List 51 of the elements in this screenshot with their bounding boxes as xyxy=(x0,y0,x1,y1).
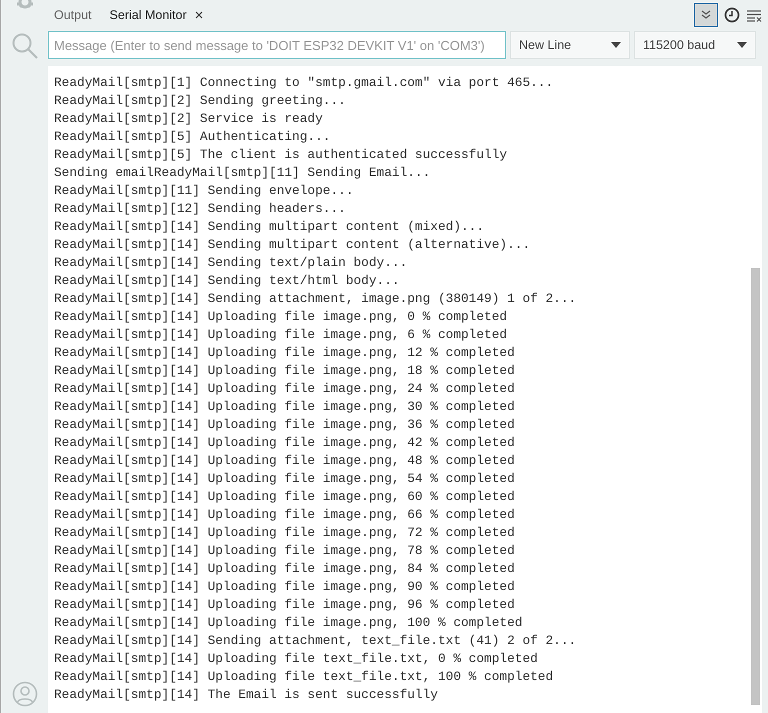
tab[interactable]: Output xyxy=(48,0,98,30)
output-line: ReadyMail[smtp][14] Uploading file image.png, 30 % completed xyxy=(54,398,516,416)
output-line: ReadyMail[smtp][14] Sending multipart content (alternative)... xyxy=(54,236,532,254)
close-icon[interactable]: × xyxy=(194,6,204,24)
caret-icon xyxy=(737,42,747,48)
output-line: Sending emailReadyMail[smtp][11] Sending Email... xyxy=(54,164,432,182)
output-line: ReadyMail[smtp][14] Sending attachment, image.png (380149) 1 of 2... xyxy=(54,290,578,308)
output-line: ReadyMail[smtp][14] Uploading file image.png, 90 % completed xyxy=(54,578,516,596)
output-line: ReadyMail[smtp][12] Sending headers... xyxy=(54,200,347,218)
clear-output-icon[interactable] xyxy=(746,8,762,22)
output-line: ReadyMail[smtp][14] Uploading file image.png, 66 % completed xyxy=(54,506,516,524)
output-line: ReadyMail[smtp][14] Uploading file image.png, 48 % completed xyxy=(54,452,516,470)
output-line: ReadyMail[smtp][1] Connecting to "smtp.gmail.com" via port 465... xyxy=(54,74,554,92)
output-line: ReadyMail[smtp][14] Sending text/plain body... xyxy=(54,254,408,272)
chevron-down-icon xyxy=(701,10,711,20)
output-line: ReadyMail[smtp][14] Uploading file text_file.txt, 100 % completed xyxy=(54,668,554,686)
output-line: ReadyMail[smtp][14] Uploading file image.png, 54 % completed xyxy=(54,470,516,488)
output-line: ReadyMail[smtp][14] Uploading file image.png, 24 % completed xyxy=(54,380,516,398)
scrollbar[interactable] xyxy=(751,268,760,705)
output-line: ReadyMail[smtp][2] Service is ready xyxy=(54,110,324,128)
output-line: ReadyMail[smtp][2] Sending greeting... xyxy=(54,92,347,110)
account-icon[interactable] xyxy=(12,681,38,707)
output-line: ReadyMail[smtp][14] Uploading file image.png, 36 % completed xyxy=(54,416,516,434)
output-line: ReadyMail[smtp][14] Uploading file image.png, 100 % completed xyxy=(54,614,524,632)
baud-rate-dropdown[interactable]: 115200 baud xyxy=(634,31,756,59)
caret-icon xyxy=(611,42,621,48)
output-line: ReadyMail[smtp][14] Uploading file text_file.txt, 0 % completed xyxy=(54,650,539,668)
output-line: ReadyMail[smtp][14] Uploading file image.png, 12 % completed xyxy=(54,344,516,362)
output-line: ReadyMail[smtp][14] Sending multipart content (mixed)... xyxy=(54,218,486,236)
output-line: ReadyMail[smtp][14] Uploading file image.png, 18 % completed xyxy=(54,362,516,380)
search-icon[interactable] xyxy=(10,32,38,60)
message-input[interactable]: Message (Enter to send message to 'DOIT ESP32 DEVKIT V1' on 'COM3') xyxy=(48,31,506,59)
gear-icon[interactable] xyxy=(14,0,34,10)
output-line: ReadyMail[smtp][14] Uploading file image.png, 96 % completed xyxy=(54,596,516,614)
output-line: ReadyMail[smtp][14] Uploading file image.png, 42 % completed xyxy=(54,434,516,452)
output-line: ReadyMail[smtp][14] Sending attachment, text_file.txt (41) 2 of 2... xyxy=(54,632,578,650)
output-line: ReadyMail[smtp][14] Uploading file image.png, 6 % completed xyxy=(54,326,508,344)
output-line: ReadyMail[smtp][14] Uploading file image.png, 72 % completed xyxy=(54,524,516,542)
output-line: ReadyMail[smtp][14] Uploading file image.png, 84 % completed xyxy=(54,560,516,578)
output-line: ReadyMail[smtp][14] Sending text/html body... xyxy=(54,272,401,290)
output-line: ReadyMail[smtp][14] The Email is sent successfully xyxy=(54,686,439,704)
autoscroll-button[interactable] xyxy=(694,3,718,27)
output-line: ReadyMail[smtp][5] The client is authenticated successfully xyxy=(54,146,508,164)
output-line: ReadyMail[smtp][5] Authenticating... xyxy=(54,128,332,146)
output-line: ReadyMail[smtp][14] Uploading file image.png, 60 % completed xyxy=(54,488,516,506)
output-line: ReadyMail[smtp][11] Sending envelope... xyxy=(54,182,354,200)
clock-icon[interactable] xyxy=(724,7,740,23)
line-ending-dropdown[interactable]: New Line xyxy=(510,31,630,59)
output-line: ReadyMail[smtp][14] Uploading file image.png, 0 % completed xyxy=(54,308,508,326)
tab[interactable]: Serial Monitor × xyxy=(104,0,210,30)
output-line: ReadyMail[smtp][14] Uploading file image.png, 78 % completed xyxy=(54,542,516,560)
